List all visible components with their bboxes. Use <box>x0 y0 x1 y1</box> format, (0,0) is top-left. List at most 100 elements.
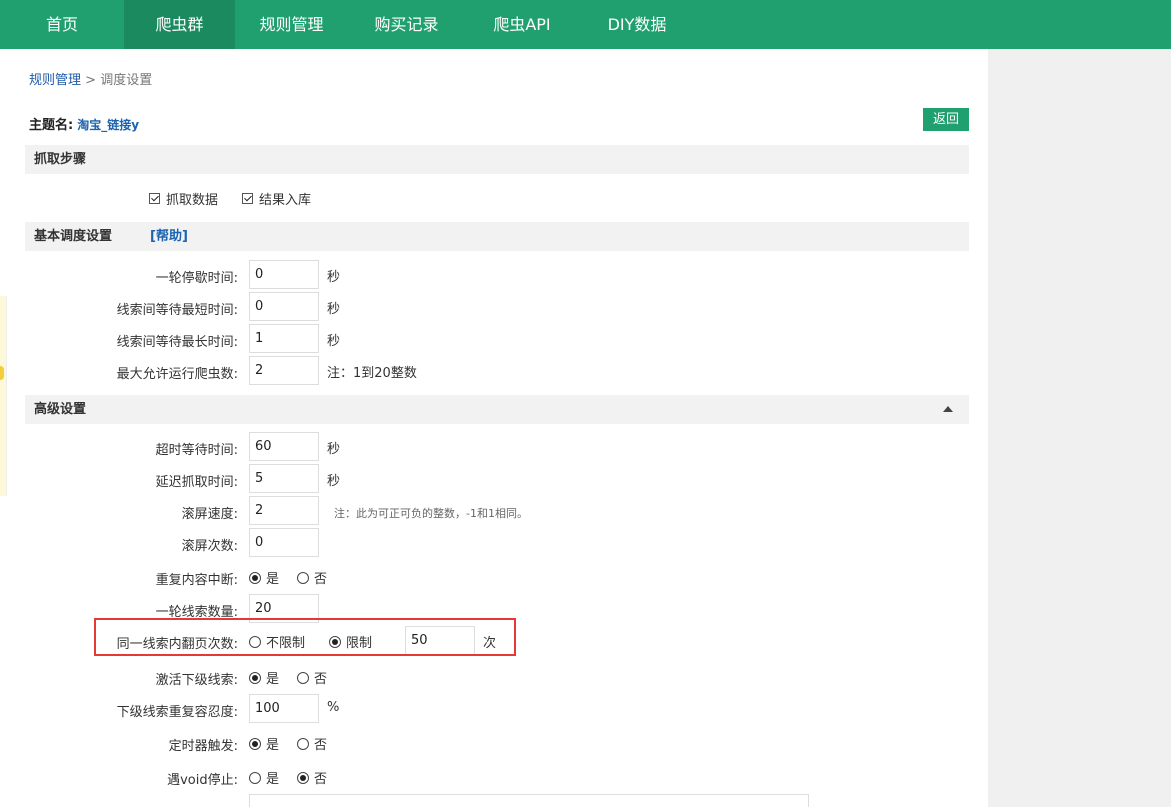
timer-trigger-no[interactable]: 否 <box>297 734 327 753</box>
min-wait-unit: 秒 <box>327 302 341 317</box>
section-steps: 抓取步骤 <box>25 145 969 174</box>
scroll-speed-input[interactable] <box>249 496 319 525</box>
row-activate-sub: 激活下级线索: 是 否 <box>0 662 988 691</box>
checkbox-fetch-data-label: 抓取数据 <box>166 193 219 208</box>
theme-value: 淘宝_链接y <box>77 118 140 132</box>
timeout-label: 超时等待时间: <box>155 443 238 458</box>
checkbox-checked-icon[interactable] <box>242 193 254 204</box>
sub-tolerance-unit: % <box>327 700 340 715</box>
activate-sub-label: 激活下级线索: <box>155 673 238 688</box>
scroll-speed-note: 注：此为可正可负的整数，-1和1相同。 <box>334 507 528 520</box>
timer-trigger-label: 定时器触发: <box>168 739 238 754</box>
breadcrumb-separator: > <box>85 73 97 88</box>
round-pause-input[interactable] <box>249 260 319 289</box>
scroll-speed-label: 滚屏速度: <box>181 507 238 522</box>
delay-input[interactable] <box>249 464 319 493</box>
row-timer-trigger: 定时器触发: 是 否 <box>0 728 988 757</box>
row-max-crawlers: 最大允许运行爬虫数: 注：1到20整数 <box>0 356 988 385</box>
row-repeat-break: 重复内容中断: 是 否 <box>0 562 988 591</box>
breadcrumb-parent[interactable]: 规则管理 <box>29 73 81 88</box>
theme-name: 主题名: 淘宝_链接y <box>29 114 139 133</box>
checkbox-checked-icon[interactable] <box>149 193 160 204</box>
activate-sub-yes-label: 是 <box>266 672 280 687</box>
row-timeout: 超时等待时间: 秒 <box>0 432 988 461</box>
row-min-wait: 线索间等待最短时间: 秒 <box>0 292 988 321</box>
repeat-break-yes[interactable]: 是 <box>249 568 279 587</box>
repeat-break-label: 重复内容中断: <box>155 573 238 588</box>
textarea-field[interactable] <box>249 794 809 807</box>
row-void-stop: 遇void停止: 是 否 <box>0 762 988 791</box>
nav-rule-management[interactable]: 规则管理 <box>235 0 348 49</box>
sub-tolerance-input[interactable] <box>249 694 319 723</box>
back-button[interactable]: 返回 <box>923 108 969 131</box>
repeat-break-no-label: 否 <box>314 572 328 587</box>
sub-tolerance-label: 下级线索重复容忍度: <box>116 705 238 720</box>
collapse-up-icon[interactable] <box>943 406 953 412</box>
nav-crawler-group[interactable]: 爬虫群 <box>124 0 235 49</box>
min-wait-label: 线索间等待最短时间: <box>116 303 238 318</box>
row-sub-tolerance: 下级线索重复容忍度: % <box>0 694 988 723</box>
void-stop-no-label: 否 <box>314 772 328 787</box>
void-stop-yes[interactable]: 是 <box>249 768 279 787</box>
section-advanced[interactable]: 高级设置 <box>25 395 969 424</box>
void-stop-yes-label: 是 <box>266 772 280 787</box>
max-crawlers-label: 最大允许运行爬虫数: <box>116 367 238 382</box>
main-content: 规则管理 > 调度设置 主题名: 淘宝_链接y 返回 抓取步骤 抓取数据 结果入库… <box>0 49 988 807</box>
top-nav: 首页 爬虫群 规则管理 购买记录 爬虫API DIY数据 <box>0 0 1171 49</box>
activate-sub-yes[interactable]: 是 <box>249 668 279 687</box>
radio-unchecked-icon[interactable] <box>249 771 261 784</box>
scroll-count-input[interactable] <box>249 528 319 557</box>
highlight-box <box>94 618 516 656</box>
breadcrumb: 规则管理 > 调度设置 <box>29 69 152 88</box>
timer-trigger-no-label: 否 <box>314 738 328 753</box>
radio-checked-icon[interactable] <box>297 771 310 784</box>
steps-checkboxes: 抓取数据 结果入库 <box>149 189 335 208</box>
activate-sub-radios: 是 否 <box>249 668 345 687</box>
min-wait-input[interactable] <box>249 292 319 321</box>
repeat-break-yes-label: 是 <box>266 572 280 587</box>
row-max-wait: 线索间等待最长时间: 秒 <box>0 324 988 353</box>
max-crawlers-note: 注：1到20整数 <box>327 366 417 381</box>
activate-sub-no-label: 否 <box>314 672 328 687</box>
radio-unchecked-icon[interactable] <box>297 737 310 750</box>
radio-checked-icon[interactable] <box>249 671 261 684</box>
section-basic: 基本调度设置 [帮助] <box>25 222 969 251</box>
radio-checked-icon[interactable] <box>249 737 261 750</box>
nav-crawler-api[interactable]: 爬虫API <box>465 0 579 49</box>
nav-home[interactable]: 首页 <box>0 0 124 49</box>
theme-label: 主题名: <box>29 118 74 133</box>
help-link[interactable]: [帮助] <box>150 229 188 244</box>
void-stop-label: 遇void停止: <box>167 773 238 788</box>
section-advanced-title: 高级设置 <box>34 402 87 417</box>
repeat-break-no[interactable]: 否 <box>297 568 327 587</box>
timer-trigger-yes-label: 是 <box>266 738 280 753</box>
checkbox-save-results[interactable]: 结果入库 <box>242 189 311 208</box>
timer-trigger-yes[interactable]: 是 <box>249 734 279 753</box>
void-stop-no[interactable]: 否 <box>297 768 327 787</box>
max-crawlers-input[interactable] <box>249 356 319 385</box>
timeout-input[interactable] <box>249 432 319 461</box>
activate-sub-no[interactable]: 否 <box>297 668 327 687</box>
timer-trigger-radios: 是 否 <box>249 734 345 753</box>
radio-unchecked-icon[interactable] <box>297 671 310 684</box>
section-basic-title: 基本调度设置 <box>34 229 113 244</box>
nav-purchase-records[interactable]: 购买记录 <box>348 0 465 49</box>
max-wait-label: 线索间等待最长时间: <box>116 335 238 350</box>
round-pause-label: 一轮停歇时间: <box>155 271 238 286</box>
max-wait-input[interactable] <box>249 324 319 353</box>
row-delay: 延迟抓取时间: 秒 <box>0 464 988 493</box>
round-pause-unit: 秒 <box>327 270 341 285</box>
radio-unchecked-icon[interactable] <box>297 571 310 584</box>
scroll-count-label: 滚屏次数: <box>181 539 238 554</box>
timeout-unit: 秒 <box>327 442 341 457</box>
row-round-pause: 一轮停歇时间: 秒 <box>0 260 988 289</box>
delay-label: 延迟抓取时间: <box>155 475 238 490</box>
section-steps-title: 抓取步骤 <box>34 152 87 167</box>
radio-checked-icon[interactable] <box>249 571 261 584</box>
checkbox-fetch-data[interactable]: 抓取数据 <box>149 189 218 208</box>
nav-diy-data[interactable]: DIY数据 <box>579 0 695 49</box>
breadcrumb-current: 调度设置 <box>100 73 153 88</box>
repeat-break-radios: 是 否 <box>249 568 345 587</box>
row-scroll-count: 滚屏次数: <box>0 528 988 557</box>
row-scroll-speed: 滚屏速度: 注：此为可正可负的整数，-1和1相同。 <box>0 496 988 525</box>
